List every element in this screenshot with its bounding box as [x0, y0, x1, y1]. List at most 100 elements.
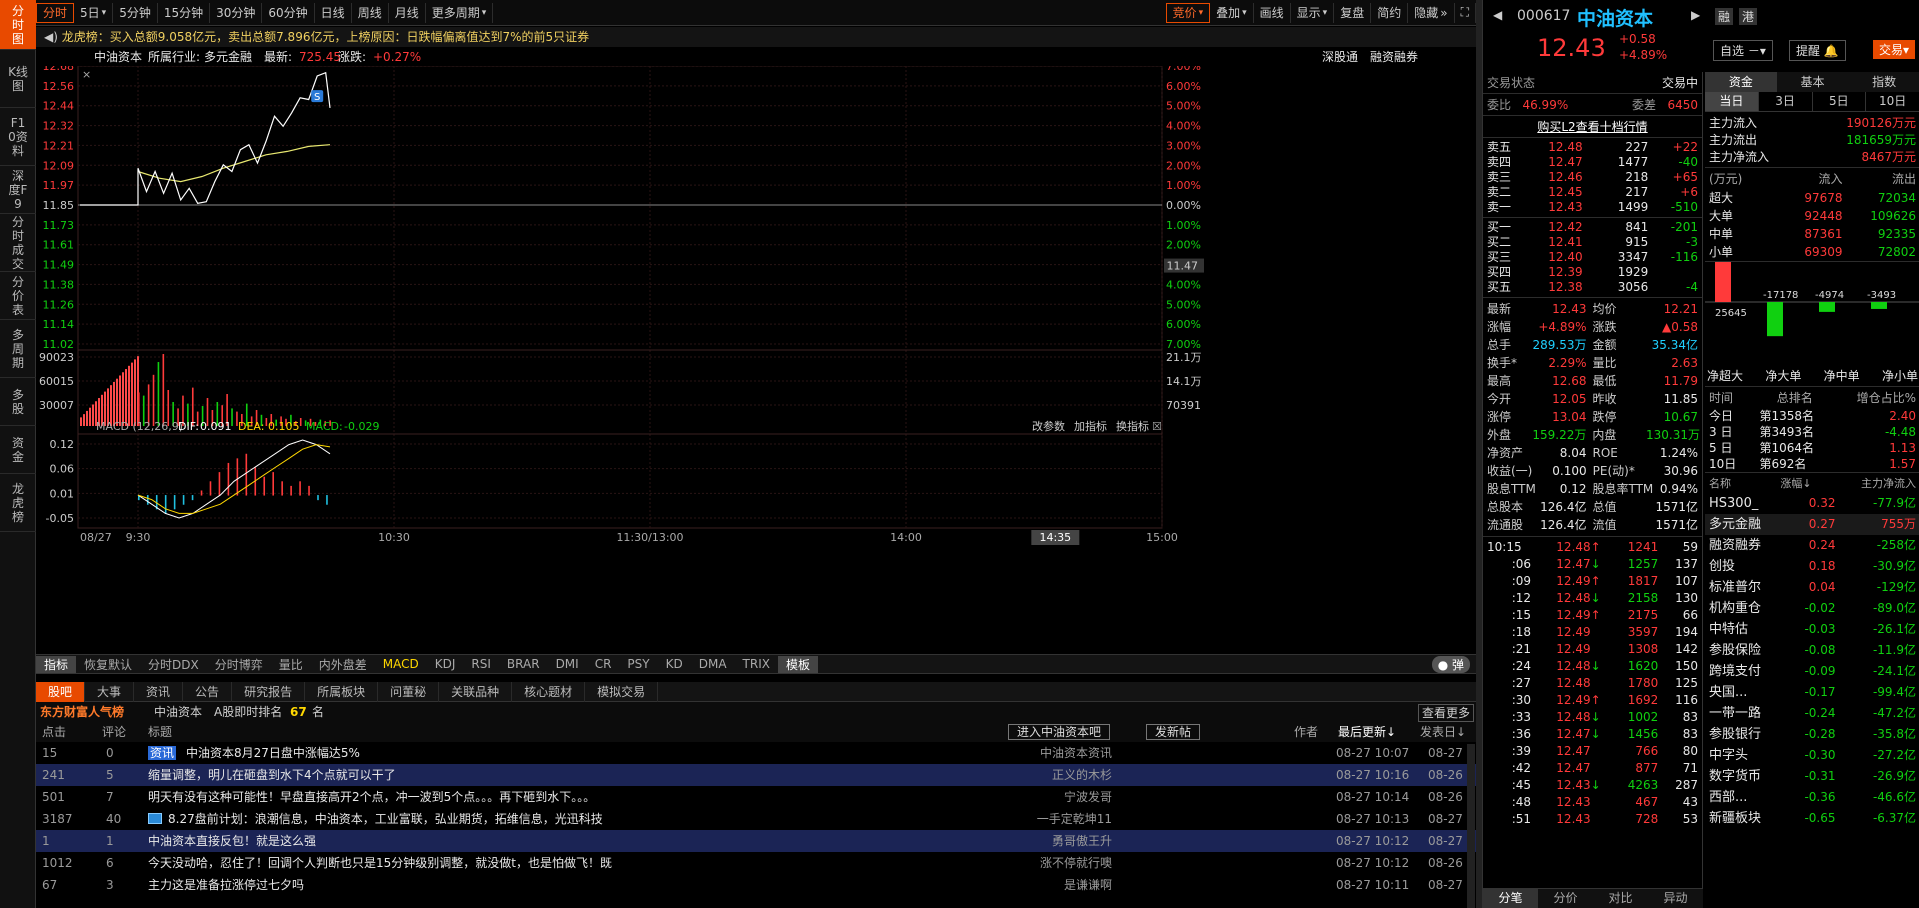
- forum-row[interactable]: 1012 6 今天没动哈，忍住了！回调个人判断也只是15分钟级别调整，就没做t，也是…: [36, 852, 1476, 874]
- row-author[interactable]: 中油资本资讯: [1040, 742, 1112, 764]
- sector-row[interactable]: 中字头 -0.30 -27.2亿: [1705, 745, 1919, 766]
- trade-button[interactable]: 交易▾: [1873, 40, 1916, 59]
- period-tab-7[interactable]: 周线: [352, 2, 389, 23]
- tick-tab-1[interactable]: 分价: [1538, 889, 1593, 908]
- forum-tab-2[interactable]: 资讯: [134, 681, 184, 702]
- tick-tab-3[interactable]: 异动: [1648, 889, 1703, 908]
- forum-tab-0[interactable]: 股吧: [36, 681, 86, 702]
- sector-row[interactable]: 参股银行 -0.28 -35.8亿: [1705, 724, 1919, 745]
- forum-row[interactable]: 1 1 中油资本直接反包！就是这么强 勇哥傲王升 08-27 10:12 08-27: [36, 830, 1476, 852]
- indicator-tab-0[interactable]: 指标: [36, 655, 77, 673]
- indicator-tab-16[interactable]: 模板: [777, 655, 818, 673]
- indicator-tab-13[interactable]: KD: [658, 657, 691, 671]
- forum-row[interactable]: 15 0 资讯 中油资本8月27日盘中涨幅达5% 中油资本资讯 08-27 10:07 08…: [36, 742, 1476, 764]
- bid-level[interactable]: 买三 12.40 3347 -116: [1483, 250, 1702, 265]
- row-author[interactable]: 宁波发哥: [1064, 786, 1112, 808]
- forum-tab-6[interactable]: 问董秘: [378, 681, 440, 702]
- period-tab-5[interactable]: 60分钟: [262, 2, 315, 23]
- sector-row[interactable]: 新疆板块 -0.65 -6.37亿: [1705, 808, 1919, 829]
- tool-6[interactable]: 隐藏»: [1408, 2, 1455, 23]
- indicator-tab-15[interactable]: TRIX: [735, 657, 778, 671]
- row-title[interactable]: 8.27盘前计划：浪潮信息，中油资本，工业富联，弘业期货，拓维信息，光迅科技: [168, 808, 603, 830]
- period-tab-8[interactable]: 月线: [389, 2, 426, 23]
- sector-row[interactable]: 创投 0.18 -30.9亿: [1705, 556, 1919, 577]
- bid-level[interactable]: 买四 12.39 1929: [1483, 265, 1702, 280]
- ask-level[interactable]: 卖四 12.47 1477 -40: [1483, 155, 1702, 170]
- tool-2[interactable]: 画线: [1254, 2, 1291, 23]
- prev-stock-icon[interactable]: ◀: [1493, 8, 1502, 22]
- period-tab-3[interactable]: 10日: [1866, 92, 1919, 111]
- period-tab-4[interactable]: 30分钟: [210, 2, 263, 23]
- left-tab-0[interactable]: 分时图: [0, 0, 36, 50]
- forum-tab-9[interactable]: 模拟交易: [585, 681, 659, 702]
- tool-5[interactable]: 简约: [1371, 2, 1409, 23]
- ask-level[interactable]: 卖三 12.46 218 +65: [1483, 170, 1702, 185]
- bid-level[interactable]: 买一 12.42 841 -201: [1483, 220, 1702, 235]
- row-author[interactable]: 涨不停就行噢: [1040, 852, 1112, 874]
- sector-row[interactable]: 中特估 -0.03 -26.1亿: [1705, 619, 1919, 640]
- forum-row[interactable]: 241 5 缩量调整，明儿在砸盘到水下4个点就可以干了 正义的木杉 08-27 10:1…: [36, 764, 1476, 786]
- period-tab-3[interactable]: 15分钟: [158, 2, 211, 23]
- ask-level[interactable]: 卖一 12.43 1499 -510: [1483, 200, 1702, 215]
- tool-1[interactable]: 叠加 ▾: [1210, 2, 1254, 23]
- margin-link[interactable]: 融资融券: [1370, 48, 1418, 66]
- row-title[interactable]: 中油资本直接反包！就是这么强: [148, 830, 316, 852]
- row-title[interactable]: 今天没动哈，忍住了！回调个人判断也只是15分钟级别调整，就没做t，也是怕做飞！既: [148, 852, 612, 874]
- left-tab-7[interactable]: 多股: [0, 378, 36, 426]
- period-tab-2[interactable]: 5日: [1813, 92, 1867, 111]
- bid-level[interactable]: 买五 12.38 3056 -4: [1483, 280, 1702, 295]
- forum-row[interactable]: 3187 40 8.27盘前计划：浪潮信息，中油资本，工业富联，弘业期货，拓维信息，…: [36, 808, 1476, 830]
- indicator-tab-14[interactable]: DMA: [691, 657, 735, 671]
- row-title[interactable]: 主力这是准备拉涨停过七夕吗: [148, 874, 304, 896]
- forum-scrollbar[interactable]: [1467, 744, 1475, 908]
- l2-link[interactable]: 购买L2查看十档行情: [1483, 116, 1702, 138]
- period-tab-1[interactable]: 3日: [1759, 92, 1813, 111]
- period-tab-2[interactable]: 5分钟: [113, 2, 158, 23]
- indicator-tab-6[interactable]: MACD: [375, 657, 427, 671]
- period-tab-0[interactable]: 当日: [1705, 92, 1759, 111]
- ask-level[interactable]: 卖五 12.48 227 +22: [1483, 140, 1702, 155]
- chart-svg[interactable]: 12.68 7.00% 12.56 6.00% 12.44 5.00% 12.32 4.00%…: [36, 59, 1476, 654]
- sector-row[interactable]: 融资融券 0.24 -258亿: [1705, 535, 1919, 556]
- row-title[interactable]: 缩量调整，明儿在砸盘到水下4个点就可以干了: [148, 764, 396, 786]
- industry-value[interactable]: 多元金融: [204, 48, 252, 66]
- row-author[interactable]: 一手定乾坤11: [1037, 808, 1112, 830]
- header-last-update[interactable]: 最后更新↓: [1338, 722, 1396, 742]
- sector-row[interactable]: 机构重仓 -0.02 -89.0亿: [1705, 598, 1919, 619]
- indicator-tab-8[interactable]: RSI: [463, 657, 499, 671]
- forum-row[interactable]: 501 7 明天有没有这种可能性！早盘直接高开2个点，冲一波到5个点。。。再下砸到水…: [36, 786, 1476, 808]
- forum-tab-5[interactable]: 所属板块: [305, 681, 379, 702]
- indicator-tab-3[interactable]: 分时博弈: [207, 656, 271, 673]
- indicator-tab-2[interactable]: 分时DDX: [140, 656, 207, 673]
- left-tab-1[interactable]: K线图: [0, 50, 36, 108]
- sector-header-cell[interactable]: 名称: [1709, 475, 1731, 491]
- sector-row[interactable]: 多元金融 0.27 755万: [1705, 514, 1919, 535]
- sector-row[interactable]: 跨境支付 -0.09 -24.1亿: [1705, 661, 1919, 682]
- sector-row[interactable]: 数字货币 -0.31 -26.9亿: [1705, 766, 1919, 787]
- sector-row[interactable]: 西部... -0.36 -46.6亿: [1705, 787, 1919, 808]
- next-stock-icon[interactable]: ▶: [1691, 8, 1700, 22]
- margin-badge[interactable]: 融: [1715, 8, 1734, 25]
- fullscreen-icon[interactable]: ⛶: [1455, 2, 1476, 23]
- forum-tab-3[interactable]: 公告: [183, 681, 233, 702]
- tick-tab-0[interactable]: 分笔: [1483, 889, 1538, 908]
- tool-0[interactable]: 竞价 ▾: [1165, 2, 1211, 23]
- enter-bar-button[interactable]: 进入中油资本吧: [1008, 724, 1111, 740]
- indicator-tab-4[interactable]: 量比: [271, 656, 311, 673]
- period-tab-9[interactable]: 更多周期 ▾: [426, 2, 494, 23]
- indicator-tab-10[interactable]: DMI: [548, 657, 587, 671]
- fund-tab-1[interactable]: 基本: [1777, 72, 1849, 92]
- fund-tab-0[interactable]: 资金: [1705, 72, 1777, 92]
- sector-header-cell[interactable]: 主力净流入: [1861, 475, 1916, 491]
- row-title[interactable]: 明天有没有这种可能性！早盘直接高开2个点，冲一波到5个点。。。再下砸到水下。。。: [148, 786, 595, 808]
- bid-level[interactable]: 买二 12.41 915 -3: [1483, 235, 1702, 250]
- indicator-tab-12[interactable]: PSY: [619, 657, 657, 671]
- sector-row[interactable]: 一带一路 -0.24 -47.2亿: [1705, 703, 1919, 724]
- tool-4[interactable]: 复盘: [1334, 2, 1372, 23]
- left-tab-2[interactable]: F10资料: [0, 108, 36, 166]
- left-tab-3[interactable]: 深度F9: [0, 166, 36, 214]
- left-tab-9[interactable]: 龙虎榜: [0, 474, 36, 532]
- header-post-date[interactable]: 发表日↓: [1420, 722, 1466, 742]
- intraday-chart[interactable]: 12.68 7.00% 12.56 6.00% 12.44 5.00% 12.32 4.00%…: [36, 59, 1476, 654]
- row-author[interactable]: 正义的木杉: [1052, 764, 1112, 786]
